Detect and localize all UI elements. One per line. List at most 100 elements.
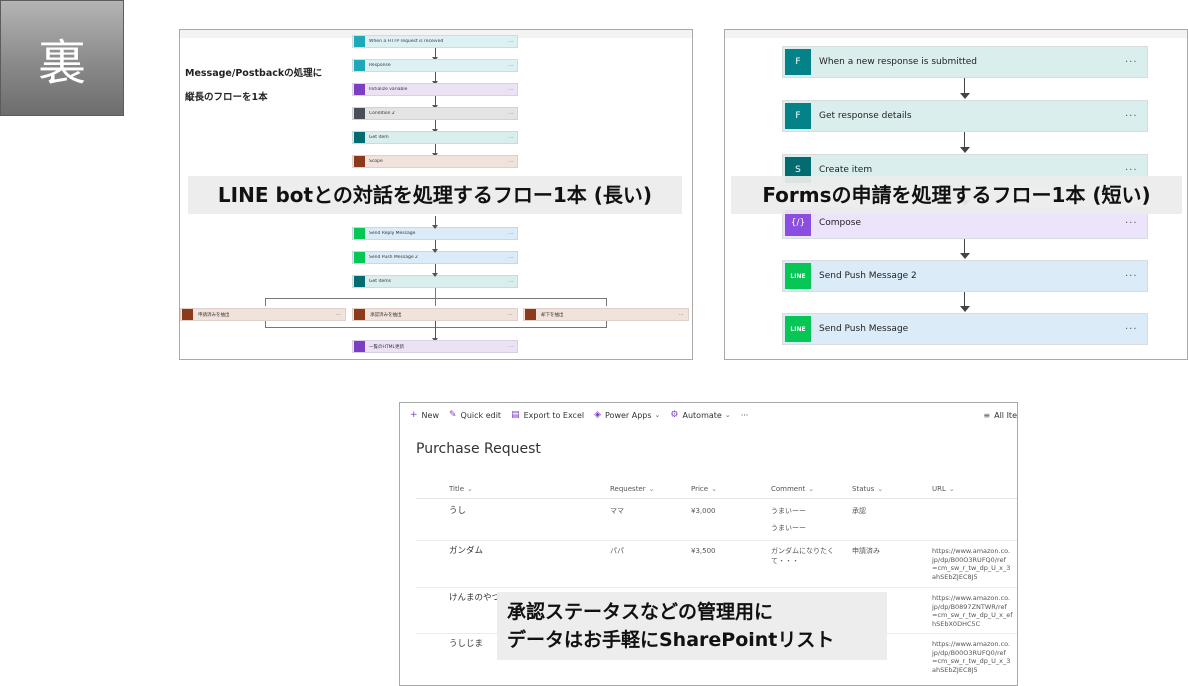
- branch-step[interactable]: 承認済みを抽出 ···: [352, 308, 518, 321]
- sharepoint-icon: [354, 276, 365, 287]
- connector-line: [606, 321, 607, 327]
- table-cell-title[interactable]: うし: [449, 506, 466, 516]
- scope-icon: [354, 156, 365, 167]
- automate-icon: ⚙: [670, 410, 679, 420]
- table-cell-comment2: て・・・: [771, 557, 799, 565]
- caption-sharepoint-line1: 承認ステータスなどの管理用に: [507, 601, 774, 623]
- branch-step-label: 却下を抽出: [541, 312, 564, 318]
- new-button[interactable]: + New: [410, 410, 439, 420]
- branch-step[interactable]: 却下を抽出 ···: [523, 308, 689, 321]
- column-header-title[interactable]: Title ⌄: [449, 485, 473, 493]
- arrow-icon: [960, 93, 970, 99]
- branch-step[interactable]: 申請済みを抽出 ···: [180, 308, 346, 321]
- table-cell-requester: パパ: [610, 547, 624, 555]
- column-header-price[interactable]: Price ⌄: [691, 485, 717, 493]
- connector-line: [964, 292, 965, 307]
- chevron-down-icon: ⌄: [648, 485, 655, 493]
- column-header-requester[interactable]: Requester ⌄: [610, 485, 655, 493]
- flow-step[interactable]: LINE Send Push Message 2 ···: [782, 260, 1148, 292]
- table-cell-url[interactable]: https://www.amazon.co. jp/dp/B0897ZNTWR/…: [932, 594, 1013, 628]
- flow-step[interactable]: Condition 2 ···: [352, 107, 518, 120]
- more-icon[interactable]: ···: [508, 344, 517, 350]
- more-commands-button[interactable]: ···: [741, 411, 749, 420]
- flow-step[interactable]: Get item ···: [352, 131, 518, 144]
- power-apps-button[interactable]: ◈ Power Apps ⌄: [594, 410, 660, 420]
- view-selector[interactable]: ≡ All Ite: [983, 403, 1017, 427]
- flow-step[interactable]: 一覧のHTML更新 ···: [352, 340, 518, 353]
- row-divider: [416, 540, 1017, 541]
- more-icon[interactable]: ···: [508, 87, 517, 93]
- table-cell-url[interactable]: https://www.amazon.co. jp/dp/B00O3RUFQ0/…: [932, 640, 1010, 674]
- branch-step-label: 承認済みを抽出: [370, 312, 402, 318]
- table-cell-title[interactable]: ガンダム: [449, 546, 483, 556]
- flow-step[interactable]: LINE Send Push Message ···: [782, 313, 1148, 345]
- flow-step[interactable]: When a HTTP request is received ···: [352, 35, 518, 48]
- chevron-down-icon: ⌄: [467, 485, 473, 493]
- connector-line: [435, 321, 436, 339]
- quick-edit-button[interactable]: ✎ Quick edit: [449, 410, 501, 420]
- more-icon[interactable]: ···: [1125, 218, 1147, 229]
- new-label: New: [421, 410, 439, 420]
- table-cell-status: 申請済み: [852, 547, 880, 555]
- sharepoint-icon: [354, 132, 365, 143]
- flow-step-label: Condition 2: [369, 111, 395, 116]
- flow-step[interactable]: Response ···: [352, 59, 518, 72]
- column-url-label: URL: [932, 485, 946, 493]
- flow-note-line2: 縦長のフローを1本: [185, 92, 268, 103]
- condition-icon: [354, 108, 365, 119]
- connector-line: [606, 298, 607, 306]
- slide: { "tag": "裏", "left_panel": { "note_line…: [0, 0, 1188, 686]
- column-header-status[interactable]: Status ⌄: [852, 485, 883, 493]
- more-icon[interactable]: ···: [336, 312, 345, 318]
- table-cell-title[interactable]: うしじま: [449, 639, 483, 649]
- quick-edit-label: Quick edit: [460, 410, 502, 420]
- chevron-down-icon: ⌄: [654, 411, 661, 419]
- merge-line: [265, 327, 607, 328]
- connector-line: [265, 321, 266, 327]
- flow-step[interactable]: F When a new response is submitted ···: [782, 46, 1148, 78]
- more-icon[interactable]: ···: [508, 111, 517, 117]
- more-icon[interactable]: ···: [508, 135, 517, 141]
- line-icon: [354, 252, 365, 263]
- table-cell-price: ¥3,000: [691, 507, 716, 515]
- connector-line: [435, 288, 436, 306]
- flow-step-label: 一覧のHTML更新: [369, 344, 405, 350]
- header-divider: [416, 498, 1017, 499]
- more-icon[interactable]: ···: [508, 159, 517, 165]
- table-cell-url[interactable]: https://www.amazon.co. jp/dp/B00O3RUFQ0/…: [932, 547, 1010, 581]
- ura-label: 裏: [0, 0, 124, 116]
- more-icon[interactable]: ···: [508, 63, 517, 69]
- more-icon[interactable]: ···: [508, 312, 517, 318]
- connector-line: [964, 132, 965, 148]
- column-header-comment[interactable]: Comment ⌄: [771, 485, 814, 493]
- more-icon[interactable]: ···: [508, 231, 517, 237]
- arrow-icon: [960, 306, 970, 312]
- column-header-url[interactable]: URL ⌄: [932, 485, 955, 493]
- export-to-excel-button[interactable]: ▤ Export to Excel: [511, 410, 584, 420]
- more-icon[interactable]: ···: [508, 255, 517, 261]
- flow-step[interactable]: F Get response details ···: [782, 100, 1148, 132]
- table-cell-title[interactable]: けんまのやつ: [449, 593, 500, 603]
- line-icon: LINE: [785, 316, 811, 342]
- flow-step-label: Get items: [369, 279, 391, 284]
- connector-line: [964, 239, 965, 254]
- row-divider: [416, 587, 1017, 588]
- more-icon[interactable]: ···: [1125, 271, 1147, 282]
- plus-icon: +: [410, 410, 418, 420]
- flow-step[interactable]: Scope ···: [352, 155, 518, 168]
- more-icon[interactable]: ···: [1125, 111, 1147, 122]
- column-price-label: Price: [691, 485, 709, 493]
- view-list-icon: ≡: [983, 410, 991, 420]
- automate-button[interactable]: ⚙ Automate ⌄: [670, 410, 730, 420]
- arrow-icon: [432, 249, 438, 253]
- scope-icon: [525, 309, 536, 320]
- column-status-label: Status: [852, 485, 875, 493]
- more-icon[interactable]: ···: [508, 39, 517, 45]
- flow-step-label: When a new response is submitted: [819, 57, 978, 67]
- more-icon[interactable]: ···: [508, 279, 517, 285]
- more-icon[interactable]: ···: [1125, 165, 1147, 176]
- more-icon[interactable]: ···: [679, 312, 688, 318]
- flow-step[interactable]: Initialize variable ···: [352, 83, 518, 96]
- more-icon[interactable]: ···: [1125, 57, 1147, 68]
- more-icon[interactable]: ···: [1125, 324, 1147, 335]
